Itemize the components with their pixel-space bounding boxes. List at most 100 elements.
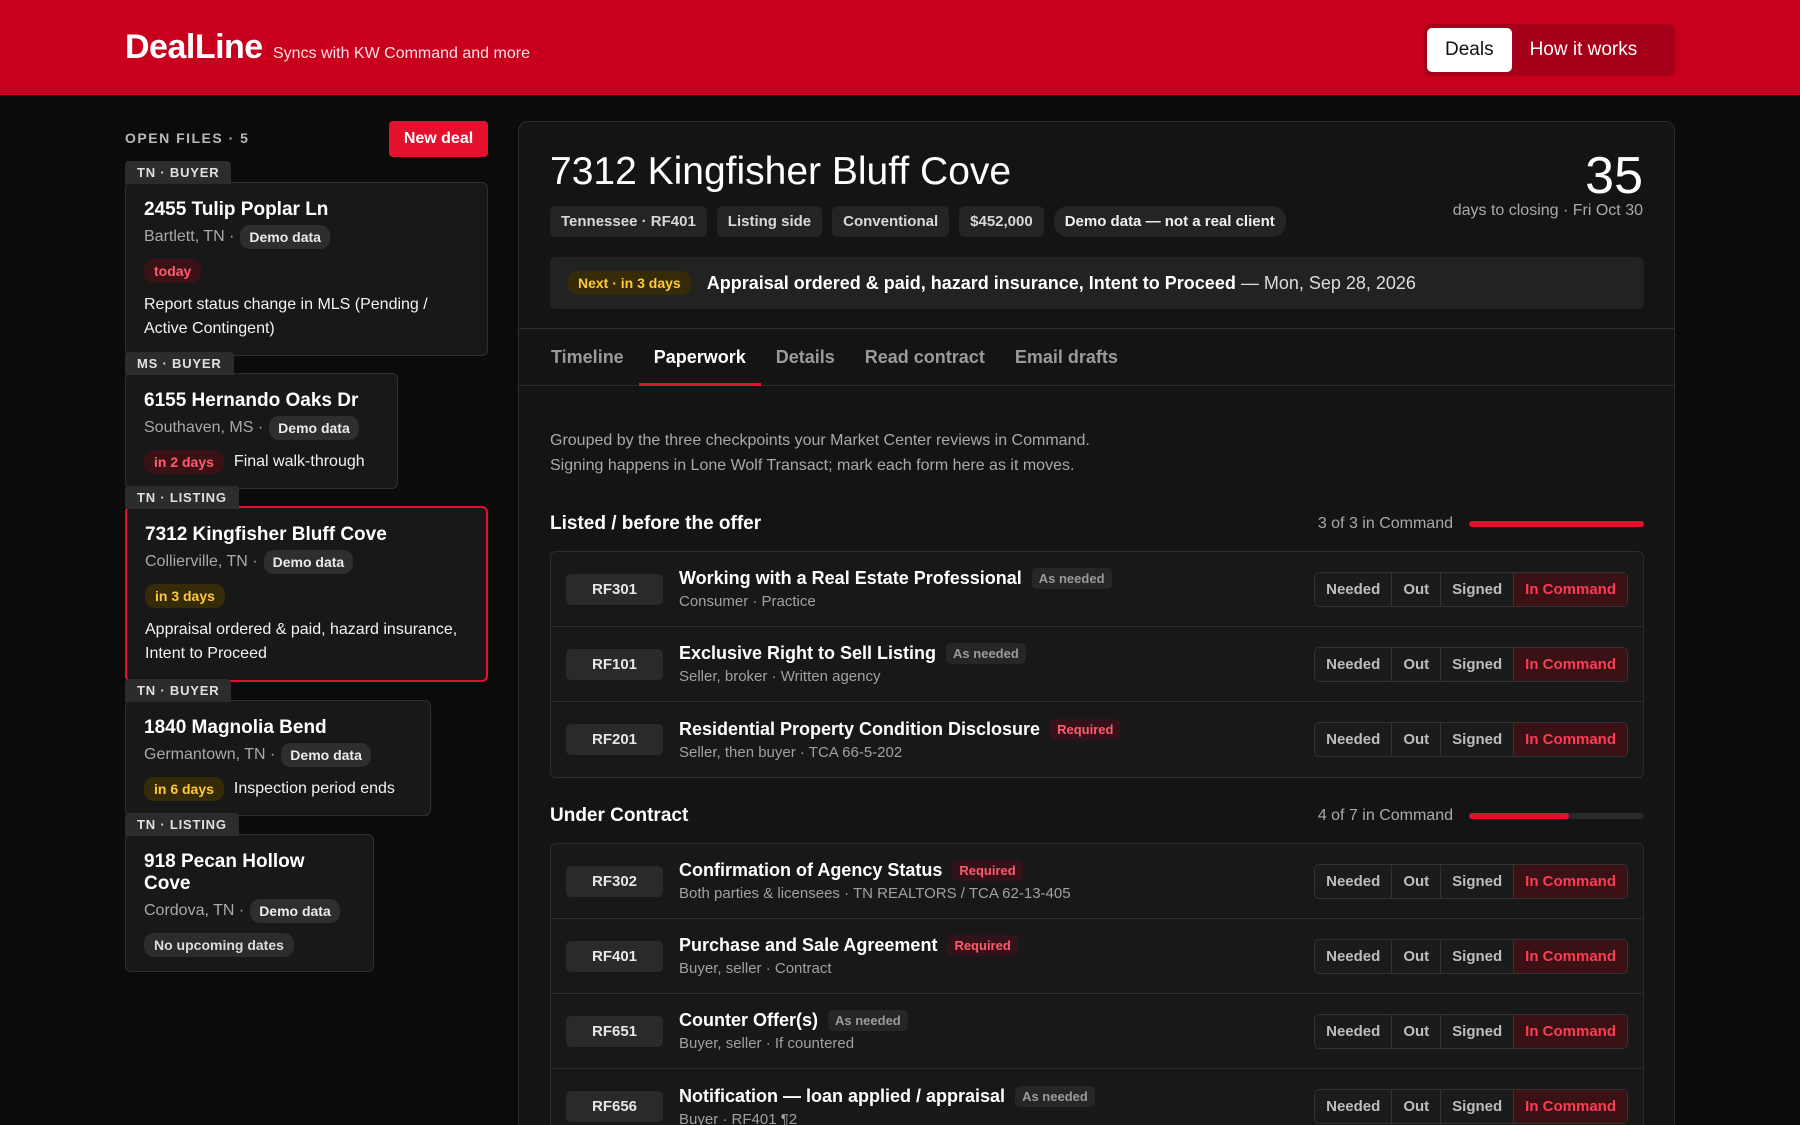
page-title: 7312 Kingfisher Bluff Cove: [550, 150, 1012, 193]
form-code: RF301: [566, 573, 663, 605]
section-title: Under Contract: [550, 805, 689, 826]
status-signed-button[interactable]: Signed: [1441, 1014, 1515, 1048]
status-in-command-button[interactable]: In Command: [1514, 1014, 1627, 1048]
status-out-button[interactable]: Out: [1392, 864, 1442, 898]
status-in-command-button[interactable]: In Command: [1514, 939, 1627, 973]
next-milestone-date: — Mon, Sep 28, 2026: [1240, 272, 1416, 293]
chip-loan-type: Conventional: [832, 206, 950, 237]
form-row: RF651 Counter Offer(s) As needed Buyer, sel…: [551, 994, 1643, 1069]
requirement-badge: Required: [952, 860, 1023, 881]
deal-tag: MS · BUYER: [125, 352, 234, 375]
deal-city: Bartlett, TN ·: [144, 228, 235, 245]
status-signed-button[interactable]: Signed: [1441, 647, 1515, 681]
form-list: RF301 Working with a Real Estate Professi…: [550, 551, 1644, 778]
requirement-badge: As needed: [1031, 568, 1112, 589]
form-name: Residential Property Condition Disclosur…: [679, 718, 1041, 739]
deal-tag: TN · BUYER: [125, 161, 232, 184]
requirement-badge: As needed: [828, 1010, 908, 1031]
deal-tag: TN · BUYER: [125, 679, 232, 702]
status-signed-button[interactable]: Signed: [1441, 723, 1515, 756]
progress-bar-fill: [1469, 521, 1644, 527]
tab-details[interactable]: Details: [761, 329, 850, 385]
form-code: RF651: [566, 1015, 663, 1047]
deal-title: 6155 Hernando Oaks Dr: [144, 390, 359, 411]
chip-side: Listing side: [716, 206, 823, 237]
requirement-badge: As needed: [946, 643, 1026, 664]
next-milestone-text: Appraisal ordered & paid, hazard insuran…: [706, 272, 1236, 293]
form-name: Counter Offer(s): [679, 1010, 818, 1030]
brand-logo[interactable]: DealLine: [125, 28, 263, 67]
deal-card-7312-kingfisher-bluff[interactable]: TN · LISTING 7312 Kingfisher Bluff Cove …: [125, 486, 488, 682]
form-code: RF401: [566, 940, 663, 972]
status-toggle: Needed Out Signed In Command: [1314, 1089, 1628, 1124]
status-needed-button[interactable]: Needed: [1315, 723, 1393, 756]
form-code: RF201: [566, 724, 663, 755]
status-in-command-button[interactable]: In Command: [1514, 647, 1627, 681]
nav-how-it-works[interactable]: How it works: [1512, 28, 1656, 72]
form-name: Purchase and Sale Agreement: [679, 935, 938, 955]
status-in-command-button[interactable]: In Command: [1514, 1090, 1627, 1123]
next-milestone-bar: Next · in 3 days Appraisal ordered & pai…: [550, 257, 1644, 309]
requirement-badge: Required: [1050, 718, 1121, 740]
form-code: RF302: [566, 865, 663, 897]
deal-next-task: Final walk-through: [233, 453, 365, 470]
status-needed-button[interactable]: Needed: [1315, 939, 1393, 973]
status-needed-button[interactable]: Needed: [1315, 864, 1393, 898]
intro-line: Signing happens in Lone Wolf Transact; m…: [550, 457, 1075, 474]
days-to-closing-count: 35: [1585, 147, 1643, 205]
due-badge: in 3 days: [145, 584, 225, 608]
chip-demo-notice: Demo data — not a real client: [1053, 206, 1286, 237]
form-row: RF101 Exclusive Right to Sell Listing As n…: [551, 627, 1643, 702]
open-files-heading: OPEN FILES · 5: [125, 130, 250, 146]
status-out-button[interactable]: Out: [1392, 1090, 1442, 1123]
status-in-command-button[interactable]: In Command: [1514, 723, 1627, 756]
status-toggle: Needed Out Signed In Command: [1314, 571, 1628, 607]
deal-chips: Tennessee · RF401 Listing side Conventio…: [550, 206, 1286, 237]
nav-deals[interactable]: Deals: [1427, 28, 1512, 72]
status-in-command-button[interactable]: In Command: [1514, 864, 1627, 898]
new-deal-button[interactable]: New deal: [389, 121, 488, 157]
form-parties: Seller, then buyer · TCA 66-5-202: [679, 743, 903, 761]
deal-card-1840-magnolia-bend[interactable]: TN · BUYER 1840 Magnolia Bend Germantown…: [125, 679, 431, 816]
due-badge: in 2 days: [144, 450, 224, 474]
status-toggle: Needed Out Signed In Command: [1314, 646, 1628, 682]
status-out-button[interactable]: Out: [1392, 939, 1442, 973]
tab-email-drafts[interactable]: Email drafts: [1000, 329, 1133, 385]
requirement-badge: As needed: [1015, 1085, 1095, 1107]
status-toggle: Needed Out Signed In Command: [1314, 863, 1628, 899]
status-needed-button[interactable]: Needed: [1315, 1090, 1393, 1123]
form-row: RF656 Notification — loan applied / appra…: [551, 1069, 1643, 1125]
chip-state-form: Tennessee · RF401: [550, 206, 707, 237]
status-needed-button[interactable]: Needed: [1315, 1014, 1393, 1048]
status-signed-button[interactable]: Signed: [1441, 939, 1515, 973]
deal-city: Germantown, TN ·: [144, 746, 276, 763]
deal-city: Collierville, TN ·: [145, 553, 258, 570]
form-name: Confirmation of Agency Status: [679, 860, 943, 880]
tab-paperwork[interactable]: Paperwork: [638, 329, 761, 386]
status-out-button[interactable]: Out: [1392, 1014, 1442, 1048]
status-signed-button[interactable]: Signed: [1441, 1090, 1515, 1123]
tab-timeline[interactable]: Timeline: [536, 329, 639, 385]
deal-card-918-pecan-hollow[interactable]: TN · LISTING 918 Pecan Hollow Cove Cordo…: [125, 813, 374, 972]
status-needed-button[interactable]: Needed: [1315, 572, 1393, 606]
status-out-button[interactable]: Out: [1392, 572, 1442, 606]
form-row: RF401 Purchase and Sale Agreement Required…: [551, 919, 1643, 994]
deal-card-6155-hernando-oaks[interactable]: MS · BUYER 6155 Hernando Oaks Dr Southav…: [125, 352, 398, 489]
deal-tag: TN · LISTING: [125, 813, 239, 836]
status-out-button[interactable]: Out: [1392, 647, 1442, 681]
status-signed-button[interactable]: Signed: [1441, 572, 1515, 606]
form-parties: Seller, broker · Written agency: [679, 668, 881, 685]
due-badge: today: [144, 259, 202, 283]
status-out-button[interactable]: Out: [1392, 723, 1442, 756]
intro-line: Grouped by the three checkpoints your Ma…: [550, 432, 1090, 449]
status-in-command-button[interactable]: In Command: [1514, 572, 1627, 606]
section-title: Listed / before the offer: [550, 513, 762, 534]
deal-card-2455-tulip-poplar[interactable]: TN · BUYER 2455 Tulip Poplar Ln Bartlett…: [125, 161, 488, 356]
deal-title: 918 Pecan Hollow Cove: [144, 851, 305, 894]
form-parties: Buyer, seller · If countered: [679, 1035, 855, 1052]
demo-badge: Demo data: [250, 899, 340, 923]
status-needed-button[interactable]: Needed: [1315, 647, 1393, 681]
section-progress-text: 3 of 3 in Command: [1317, 515, 1453, 532]
status-signed-button[interactable]: Signed: [1441, 864, 1515, 898]
tab-read-contract[interactable]: Read contract: [850, 329, 1000, 385]
